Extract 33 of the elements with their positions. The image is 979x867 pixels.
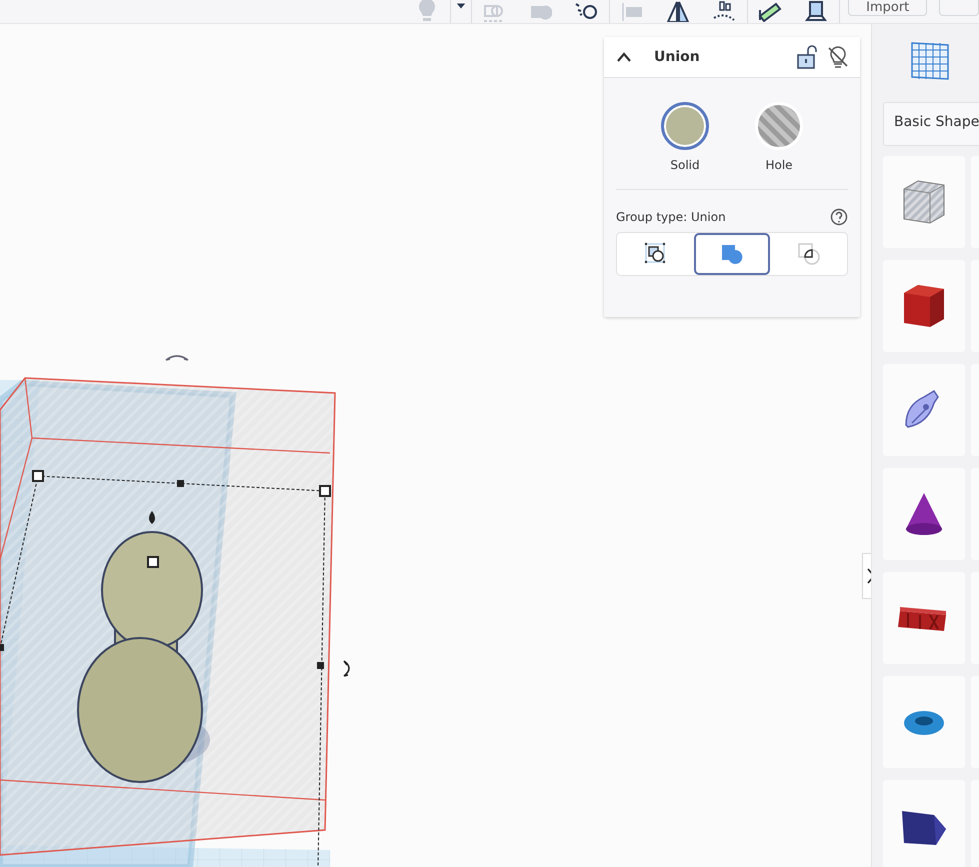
category-dropdown[interactable]: Basic Shape — [883, 102, 979, 146]
shape-tile[interactable] — [883, 468, 965, 560]
group-type-selector[interactable] — [616, 232, 848, 276]
resize-handle[interactable] — [319, 485, 331, 497]
ruler-icon[interactable] — [758, 0, 782, 22]
shape-tile[interactable] — [883, 260, 965, 352]
resize-handle[interactable] — [317, 662, 324, 669]
panel-title: Union — [654, 49, 701, 65]
unlocked-padlock-icon[interactable] — [796, 45, 818, 69]
scatter-icon[interactable] — [712, 0, 736, 22]
hole-swatch[interactable] — [755, 102, 803, 150]
shape-tile[interactable] — [883, 676, 965, 768]
help-icon[interactable] — [830, 208, 848, 226]
import-button[interactable]: Import — [848, 0, 928, 16]
shape-tile[interactable] — [883, 156, 965, 248]
solid-swatch[interactable] — [661, 102, 709, 150]
height-handle[interactable] — [147, 556, 159, 568]
intersect-shape-icon — [796, 241, 822, 267]
lift-handle-icon[interactable] — [149, 511, 155, 524]
resize-handle[interactable] — [177, 480, 184, 487]
resize-handle[interactable] — [32, 470, 44, 482]
swatch-label: Hole — [765, 158, 793, 172]
shape-tile[interactable] — [883, 364, 965, 456]
shape-tile[interactable] — [883, 780, 965, 867]
mirror-icon[interactable] — [666, 0, 690, 22]
rotate-arrow-icon[interactable] — [343, 660, 350, 677]
resize-handle[interactable] — [0, 644, 4, 651]
workplane-view-icon[interactable] — [804, 0, 828, 22]
hide-bulb-icon[interactable] — [826, 45, 850, 69]
group-type-label: Group type: Union — [616, 210, 726, 224]
shape-tile[interactable] — [883, 572, 965, 664]
collapse-chevron-icon[interactable] — [616, 51, 632, 63]
swatch-label: Solid — [670, 158, 700, 172]
